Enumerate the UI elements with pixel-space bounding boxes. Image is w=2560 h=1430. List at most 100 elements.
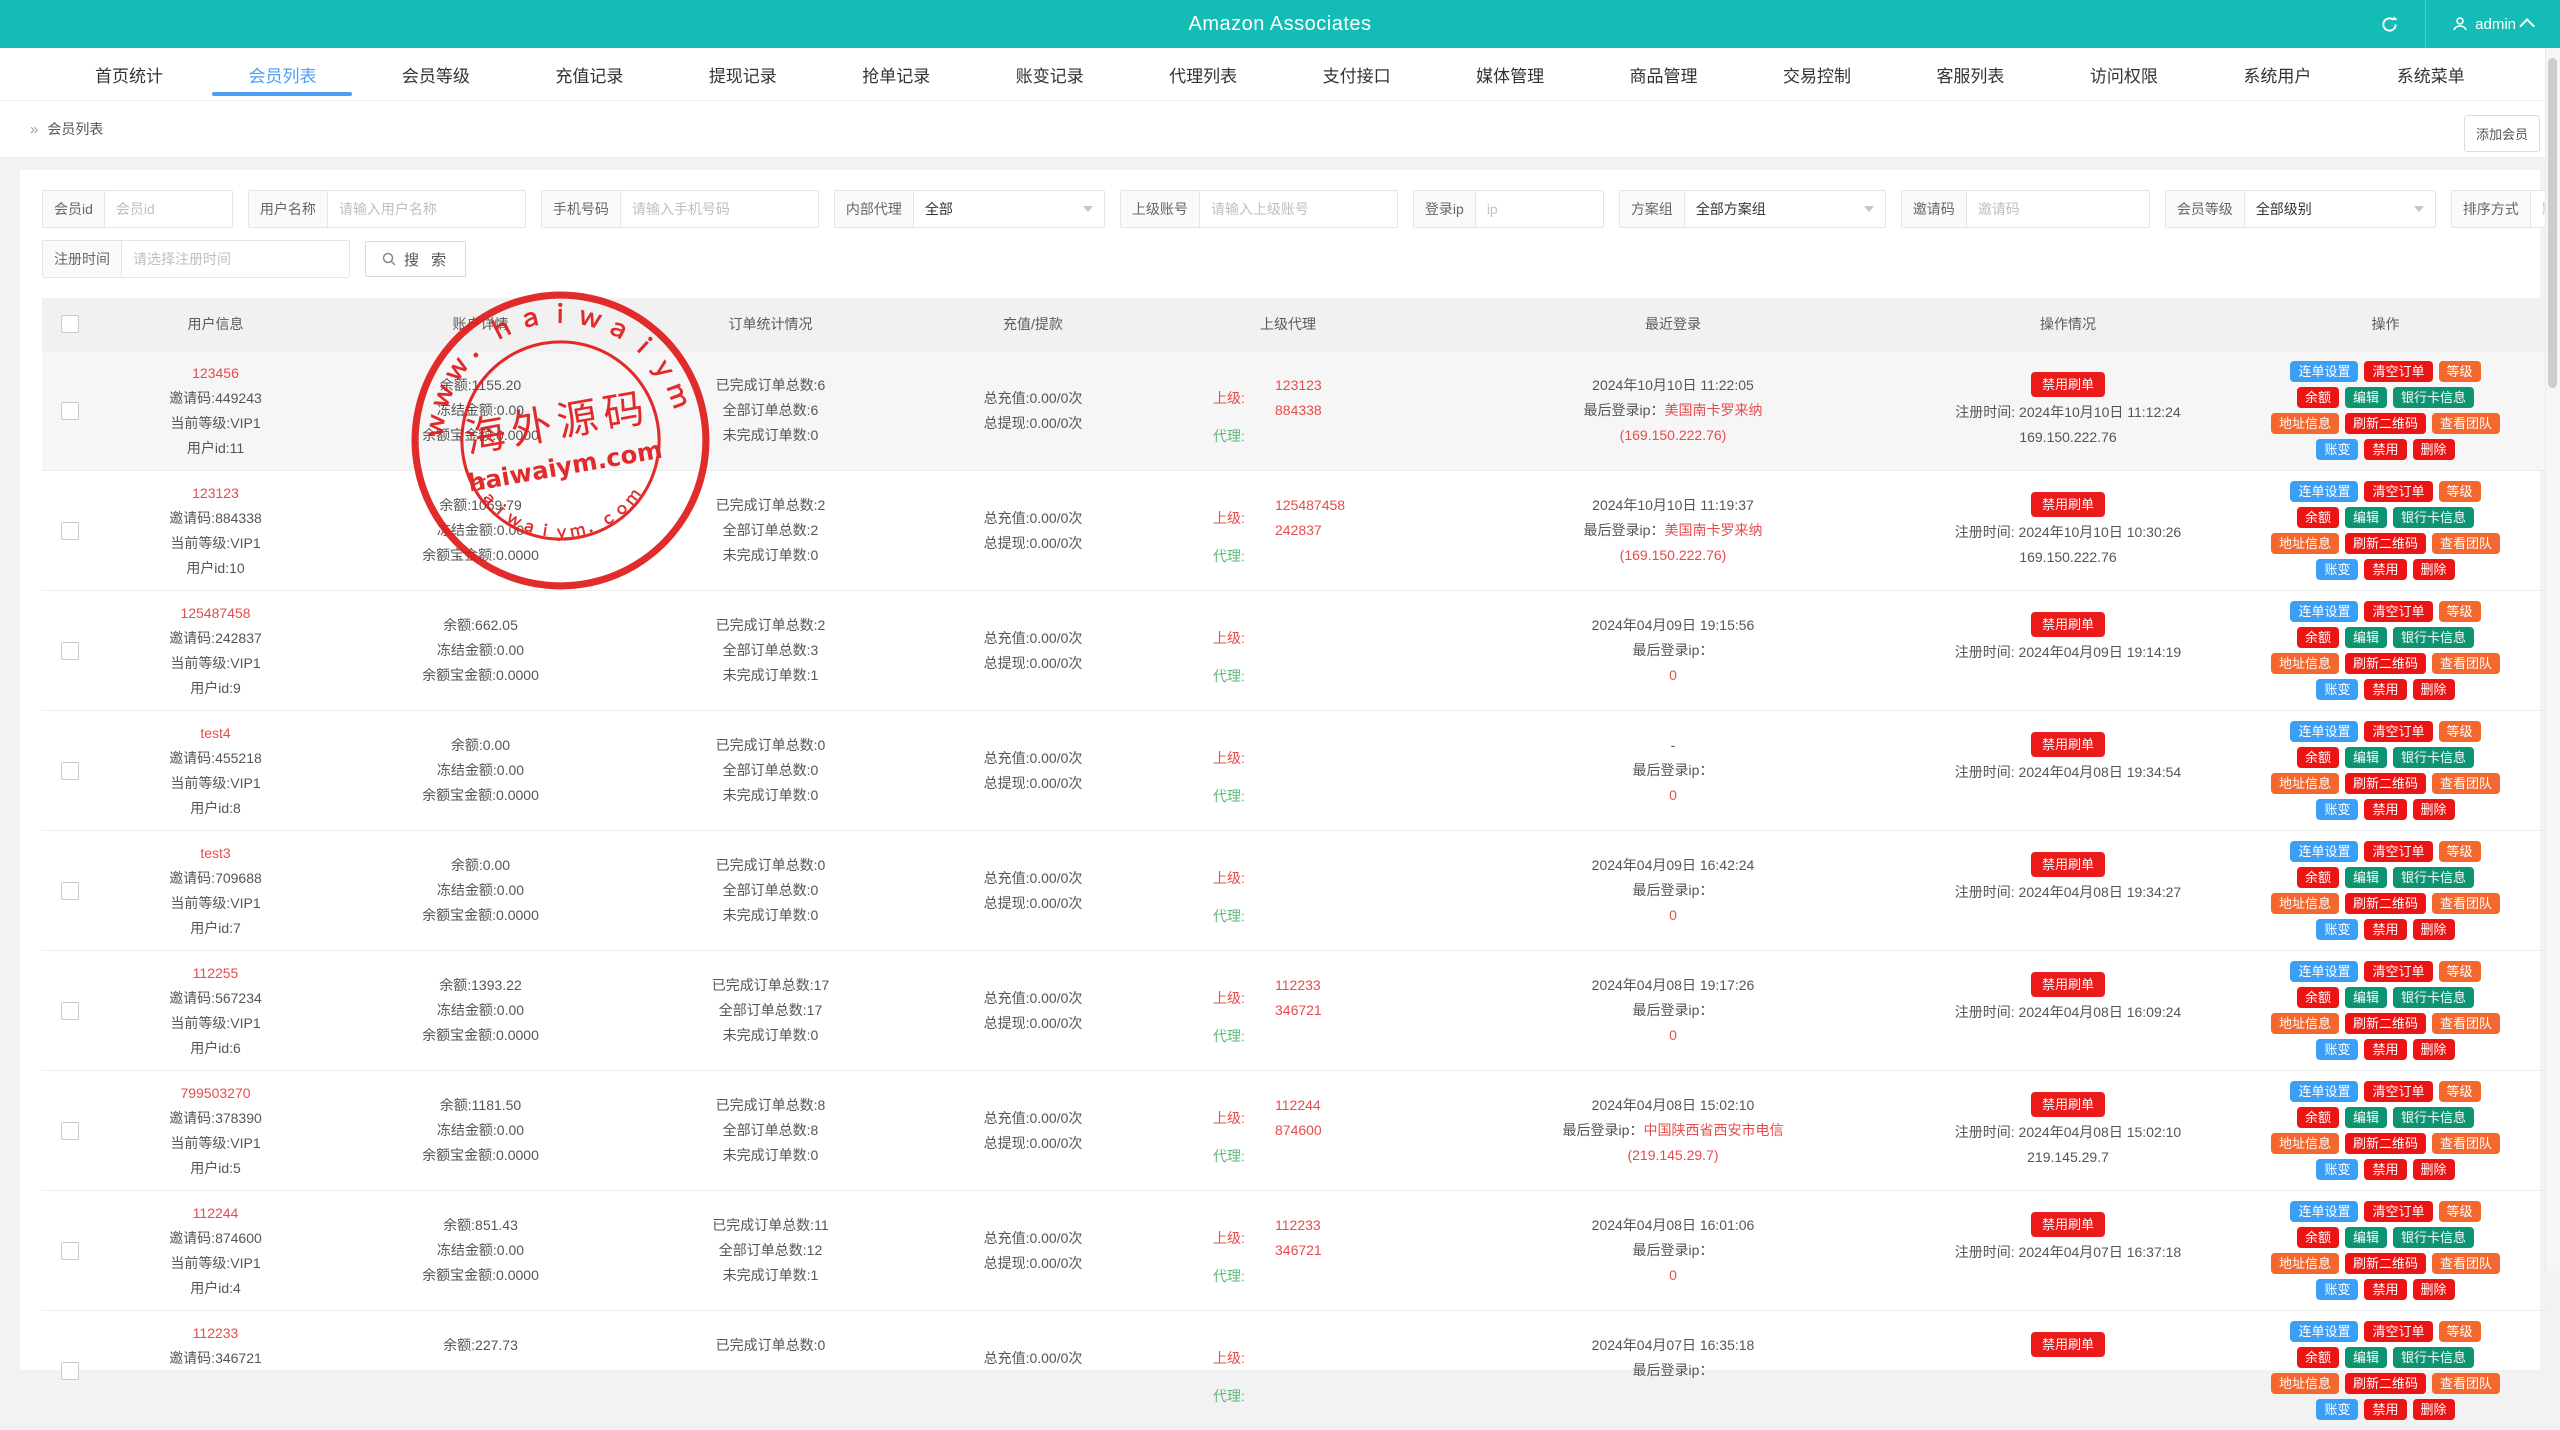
action-clear-orders[interactable]: 清空订单: [2364, 1081, 2432, 1102]
filter-select[interactable]: 全部: [914, 191, 1104, 227]
filter-input[interactable]: [1967, 191, 2149, 227]
action-refresh-qrcode[interactable]: 刷新二维码: [2345, 893, 2426, 914]
action-edit[interactable]: 编辑: [2345, 867, 2387, 888]
username[interactable]: test4: [102, 721, 329, 746]
action-delete[interactable]: 删除: [2413, 439, 2455, 460]
nav-item[interactable]: 充值记录: [515, 48, 663, 100]
parent-account-1[interactable]: 112233: [1275, 973, 1322, 998]
add-member-button[interactable]: 添加会员: [2464, 115, 2540, 152]
action-balance[interactable]: 余额: [2297, 867, 2339, 888]
action-view-team[interactable]: 查看团队: [2432, 773, 2500, 794]
action-delete[interactable]: 删除: [2413, 679, 2455, 700]
action-balance[interactable]: 余额: [2297, 1347, 2339, 1368]
action-chain-settings[interactable]: 连单设置: [2290, 481, 2358, 502]
action-level[interactable]: 等级: [2439, 1081, 2481, 1102]
row-checkbox[interactable]: [61, 762, 79, 780]
nav-item[interactable]: 代理列表: [1129, 48, 1277, 100]
nav-item[interactable]: 媒体管理: [1436, 48, 1584, 100]
register-time-input[interactable]: [122, 241, 349, 277]
action-clear-orders[interactable]: 清空订单: [2364, 361, 2432, 382]
action-balance[interactable]: 余额: [2297, 627, 2339, 648]
action-view-team[interactable]: 查看团队: [2432, 653, 2500, 674]
action-balance[interactable]: 余额: [2297, 507, 2339, 528]
nav-item[interactable]: 系统用户: [2203, 48, 2351, 100]
action-refresh-qrcode[interactable]: 刷新二维码: [2345, 1133, 2426, 1154]
row-checkbox[interactable]: [61, 642, 79, 660]
action-view-team[interactable]: 查看团队: [2432, 1013, 2500, 1034]
action-address-info[interactable]: 地址信息: [2271, 413, 2339, 434]
action-address-info[interactable]: 地址信息: [2271, 1013, 2339, 1034]
action-level[interactable]: 等级: [2439, 841, 2481, 862]
nav-item[interactable]: 商品管理: [1590, 48, 1738, 100]
action-edit[interactable]: 编辑: [2345, 507, 2387, 528]
nav-item[interactable]: 交易控制: [1743, 48, 1891, 100]
action-view-team[interactable]: 查看团队: [2432, 1133, 2500, 1154]
action-refresh-qrcode[interactable]: 刷新二维码: [2345, 533, 2426, 554]
action-chain-settings[interactable]: 连单设置: [2290, 961, 2358, 982]
action-delete[interactable]: 删除: [2413, 559, 2455, 580]
username[interactable]: test3: [102, 841, 329, 866]
action-account-change[interactable]: 账变: [2316, 679, 2358, 700]
action-clear-orders[interactable]: 清空订单: [2364, 961, 2432, 982]
nav-item[interactable]: 系统菜单: [2357, 48, 2505, 100]
action-refresh-qrcode[interactable]: 刷新二维码: [2345, 1013, 2426, 1034]
username[interactable]: 125487458: [102, 601, 329, 626]
action-clear-orders[interactable]: 清空订单: [2364, 1321, 2432, 1342]
nav-item[interactable]: 客服列表: [1896, 48, 2044, 100]
row-checkbox[interactable]: [61, 1362, 79, 1380]
nav-item[interactable]: 访问权限: [2050, 48, 2198, 100]
username[interactable]: 799503270: [102, 1081, 329, 1106]
nav-item[interactable]: 提现记录: [669, 48, 817, 100]
action-level[interactable]: 等级: [2439, 601, 2481, 622]
action-address-info[interactable]: 地址信息: [2271, 773, 2339, 794]
action-clear-orders[interactable]: 清空订单: [2364, 721, 2432, 742]
action-disable[interactable]: 禁用: [2364, 1039, 2406, 1060]
parent-account-2[interactable]: 346721: [1275, 1238, 1322, 1263]
action-refresh-qrcode[interactable]: 刷新二维码: [2345, 773, 2426, 794]
action-edit[interactable]: 编辑: [2345, 1227, 2387, 1248]
parent-account-1[interactable]: 112233: [1275, 1213, 1322, 1238]
action-bank-info[interactable]: 银行卡信息: [2393, 1347, 2474, 1368]
nav-item[interactable]: 抢单记录: [822, 48, 970, 100]
action-account-change[interactable]: 账变: [2316, 919, 2358, 940]
parent-account-2[interactable]: 874600: [1275, 1118, 1322, 1143]
action-bank-info[interactable]: 银行卡信息: [2393, 1107, 2474, 1128]
action-balance[interactable]: 余额: [2297, 1107, 2339, 1128]
action-bank-info[interactable]: 银行卡信息: [2393, 747, 2474, 768]
filter-select[interactable]: 全部级别: [2245, 191, 2435, 227]
nav-item[interactable]: 首页统计: [55, 48, 203, 100]
action-account-change[interactable]: 账变: [2316, 1159, 2358, 1180]
action-level[interactable]: 等级: [2439, 361, 2481, 382]
action-bank-info[interactable]: 银行卡信息: [2393, 987, 2474, 1008]
action-level[interactable]: 等级: [2439, 1201, 2481, 1222]
action-clear-orders[interactable]: 清空订单: [2364, 1201, 2432, 1222]
action-edit[interactable]: 编辑: [2345, 1107, 2387, 1128]
action-disable[interactable]: 禁用: [2364, 679, 2406, 700]
action-level[interactable]: 等级: [2439, 481, 2481, 502]
action-clear-orders[interactable]: 清空订单: [2364, 841, 2432, 862]
action-edit[interactable]: 编辑: [2345, 1347, 2387, 1368]
action-balance[interactable]: 余额: [2297, 987, 2339, 1008]
parent-account-2[interactable]: 242837: [1275, 518, 1345, 543]
search-button[interactable]: 搜 索: [365, 241, 466, 277]
action-view-team[interactable]: 查看团队: [2432, 533, 2500, 554]
action-bank-info[interactable]: 银行卡信息: [2393, 1227, 2474, 1248]
action-account-change[interactable]: 账变: [2316, 559, 2358, 580]
nav-item[interactable]: 账变记录: [976, 48, 1124, 100]
action-chain-settings[interactable]: 连单设置: [2290, 1201, 2358, 1222]
action-clear-orders[interactable]: 清空订单: [2364, 601, 2432, 622]
action-account-change[interactable]: 账变: [2316, 439, 2358, 460]
parent-account-1[interactable]: 123123: [1275, 373, 1322, 398]
action-refresh-qrcode[interactable]: 刷新二维码: [2345, 1373, 2426, 1394]
filter-input[interactable]: [621, 191, 818, 227]
action-disable[interactable]: 禁用: [2364, 439, 2406, 460]
username[interactable]: 112255: [102, 961, 329, 986]
nav-item[interactable]: 支付接口: [1283, 48, 1431, 100]
filter-input[interactable]: [1476, 191, 1603, 227]
action-chain-settings[interactable]: 连单设置: [2290, 1081, 2358, 1102]
action-level[interactable]: 等级: [2439, 961, 2481, 982]
action-view-team[interactable]: 查看团队: [2432, 1373, 2500, 1394]
parent-account-2[interactable]: 884338: [1275, 398, 1322, 423]
action-address-info[interactable]: 地址信息: [2271, 1133, 2339, 1154]
username[interactable]: 123123: [102, 481, 329, 506]
